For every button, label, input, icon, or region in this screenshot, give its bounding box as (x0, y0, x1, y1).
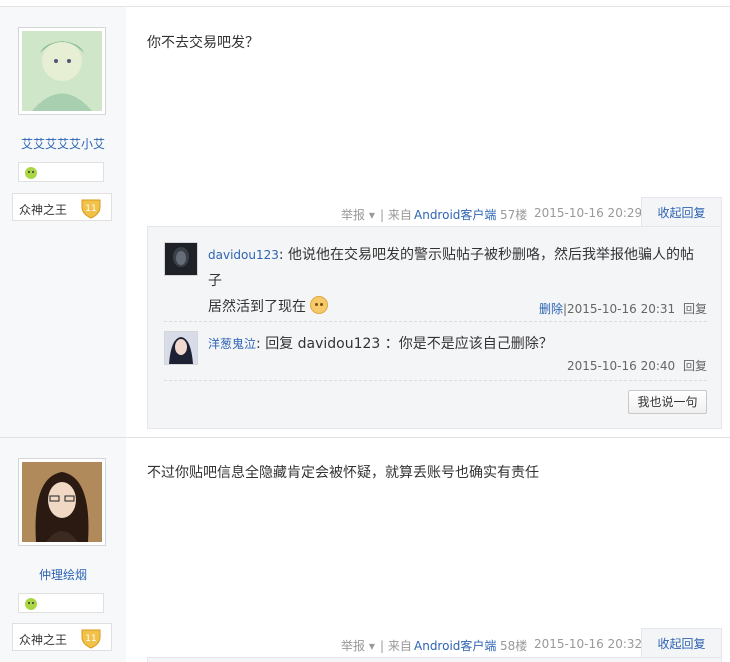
reply-divider (164, 380, 707, 381)
reply-time: 2015-10-16 20:40 (567, 359, 676, 373)
report-link[interactable]: 举报 ▾ (341, 637, 375, 654)
reply-text: 洋葱鬼泣: 回复 davidou123 ：你是不是应该自己删除？ (208, 331, 704, 357)
rank-box[interactable]: 众神之王 11 (12, 193, 112, 221)
author-name[interactable]: 艾艾艾艾艾小艾 (0, 135, 126, 152)
post-time: 2015-10-16 20:32 (534, 637, 643, 651)
reply-item: davidou123: 他说他在交易吧发的警示贴帖子被秒删咯，然后我举报他骗人的… (164, 242, 707, 316)
reply-link[interactable]: 回复 (683, 359, 707, 373)
reply-colon: : (278, 247, 284, 263)
reply-item: 洋葱鬼泣: 回复 davidou123 ：你是不是应该自己删除？ 2015-10… (164, 331, 707, 374)
rank-title: 众神之王 (19, 633, 68, 647)
member-badge (18, 162, 104, 182)
collapse-replies-button[interactable]: 收起回复 (641, 628, 722, 658)
post-tail: 举报 ▾ | 来自 Android客户端 57楼 2015-10-16 20:2… (330, 197, 730, 227)
reply-panel (147, 657, 722, 662)
reply-meta: 删除|2015-10-16 20:31 回复 (539, 300, 707, 317)
reply-username[interactable]: 洋葱鬼泣 (208, 337, 256, 351)
post-content: 不过你贴吧信息全隐藏肯定会被怀疑，就算丢账号也确实有责任 (147, 465, 539, 481)
author-name[interactable]: 仲理绘烟 (0, 566, 126, 583)
floor-number: 57楼 (500, 208, 528, 222)
avatar[interactable] (18, 27, 106, 115)
reply-body: 回复 davidou123 ：你是不是应该自己删除？ (265, 336, 553, 352)
reply-panel: davidou123: 他说他在交易吧发的警示贴帖子被秒删咯，然后我举报他骗人的… (147, 226, 722, 429)
reply-username[interactable]: davidou123 (208, 248, 279, 262)
rank-title: 众神之王 (19, 203, 68, 217)
avatar-image (22, 31, 102, 111)
reply-colon: : (256, 336, 261, 352)
floor-number: 58楼 (500, 639, 528, 653)
thread-page: 艾艾艾艾艾小艾 众神之王 11 你不去交易吧发？ 举报 ▾ | 来自 Andro… (0, 0, 730, 662)
rank-level: 11 (85, 204, 96, 214)
from-separator: | 来自 (380, 208, 412, 222)
reply-meta: 2015-10-16 20:40 回复 (567, 357, 707, 374)
client-link[interactable]: Android客户端 (414, 637, 496, 654)
rank-shield-icon: 11 (81, 199, 101, 219)
collapse-replies-button[interactable]: 收起回复 (641, 197, 722, 227)
reply-avatar[interactable] (164, 331, 198, 365)
post-58: 仲理绘烟 众神之王 11 不过你贴吧信息全隐藏肯定会被怀疑，就算丢账号也确实有责… (0, 438, 730, 662)
add-reply-button[interactable]: 我也说一句 (628, 390, 707, 414)
emoji-icon (310, 296, 329, 314)
report-link[interactable]: 举报 ▾ (341, 206, 375, 223)
reply-avatar-image (165, 332, 197, 364)
from-separator: | 来自 (380, 639, 412, 653)
level-face-icon (25, 598, 37, 610)
delete-link[interactable]: 删除 (539, 302, 563, 316)
reply-avatar[interactable] (164, 242, 198, 276)
post-57: 艾艾艾艾艾小艾 众神之王 11 你不去交易吧发？ 举报 ▾ | 来自 Andro… (0, 7, 730, 437)
level-face-icon (25, 167, 37, 179)
post-content: 你不去交易吧发？ (147, 35, 259, 51)
reply-body-line2: 居然活到了现在 (208, 299, 306, 315)
post-tail: 举报 ▾ | 来自 Android客户端 58楼 2015-10-16 20:3… (330, 628, 730, 658)
reply-time: |2015-10-16 20:31 (562, 302, 676, 316)
avatar-image (22, 462, 102, 542)
reply-divider (164, 321, 707, 322)
rank-level: 11 (85, 634, 96, 644)
avatar[interactable] (18, 458, 106, 546)
author-sidebar: 艾艾艾艾艾小艾 众神之王 11 (0, 7, 126, 437)
reply-link[interactable]: 回复 (683, 302, 707, 316)
client-link[interactable]: Android客户端 (414, 206, 496, 223)
member-badge (18, 593, 104, 613)
rank-shield-icon: 11 (81, 629, 101, 649)
author-sidebar: 仲理绘烟 众神之王 11 (0, 438, 126, 662)
post-time: 2015-10-16 20:29 (534, 206, 643, 220)
rank-box[interactable]: 众神之王 11 (12, 623, 112, 651)
reply-avatar-image (165, 243, 197, 275)
